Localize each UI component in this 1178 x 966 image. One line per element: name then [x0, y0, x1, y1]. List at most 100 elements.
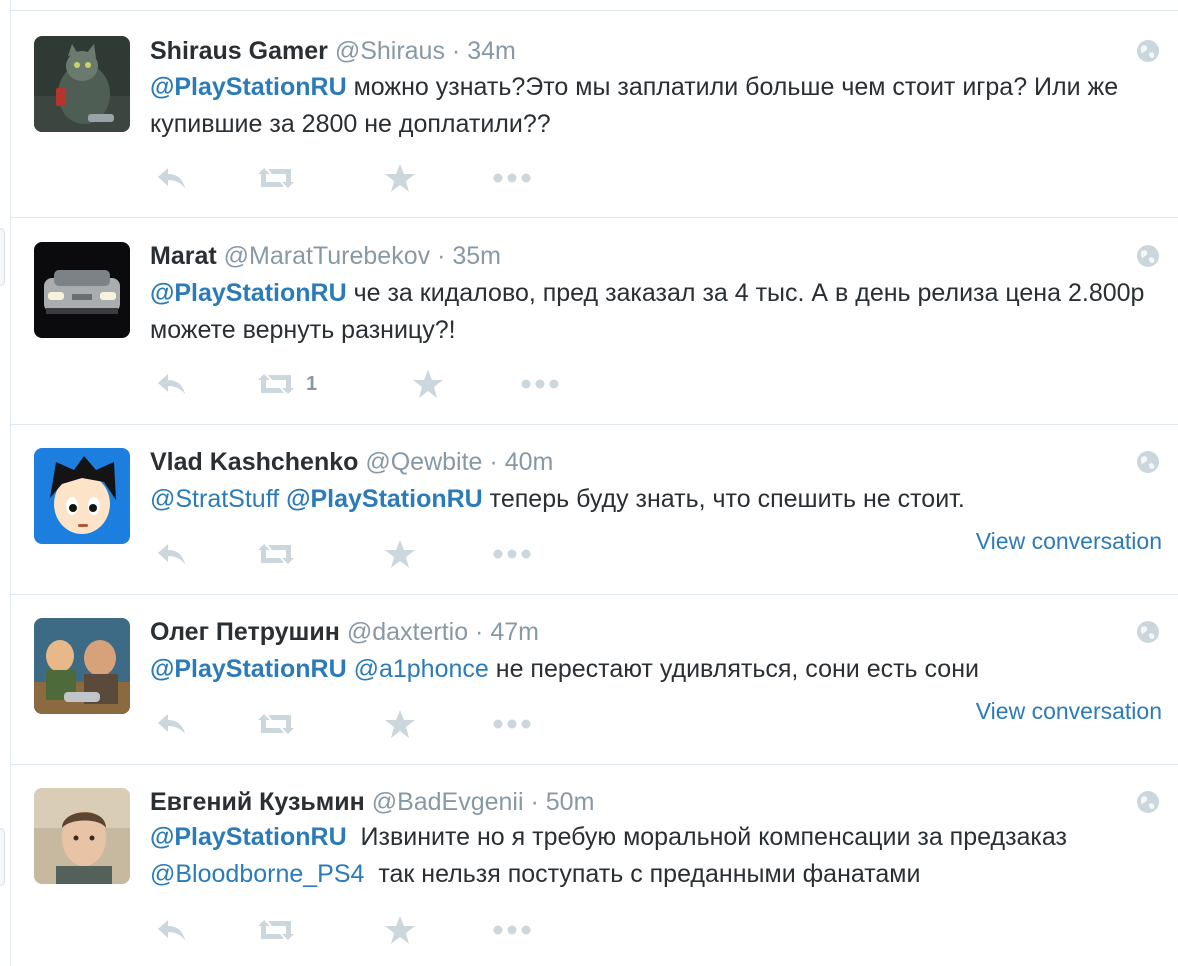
- tweet-header: Vlad Kashchenko @Qewbite · 40m: [150, 447, 553, 477]
- username[interactable]: @daxtertio: [347, 618, 468, 646]
- avatar[interactable]: [34, 36, 130, 132]
- more-icon: [493, 549, 531, 559]
- favorite-icon: [413, 370, 443, 398]
- tweet-text: @PlayStationRU @a1phonce не перестают уд…: [150, 651, 1160, 688]
- globe-icon: [1137, 245, 1159, 267]
- globe-icon: [1137, 621, 1159, 643]
- fullname[interactable]: Marat: [150, 242, 217, 270]
- mention-link[interactable]: @a1phonce: [354, 655, 489, 683]
- more-icon: [493, 173, 531, 183]
- tweet-text: @StratStuff @PlayStationRU теперь буду з…: [150, 481, 1160, 518]
- separator: ·: [489, 448, 498, 476]
- more-button[interactable]: [520, 369, 560, 399]
- reply-button[interactable]: [156, 915, 188, 945]
- more-icon: [521, 379, 559, 389]
- fullname[interactable]: Евгений Кузьмин: [150, 788, 365, 816]
- retweet-button[interactable]: [256, 915, 296, 945]
- retweet-icon: [258, 168, 294, 188]
- avatar[interactable]: [34, 242, 130, 338]
- tweet[interactable]: Marat @MaratTurebekov · 35m @PlayStation…: [10, 218, 1178, 425]
- globe-icon: [1137, 451, 1159, 473]
- scroll-edge-mark: [0, 828, 5, 886]
- favorite-button[interactable]: [384, 163, 416, 193]
- username[interactable]: @Qewbite: [365, 448, 482, 476]
- tweet-header: Олег Петрушин @daxtertio · 47m: [150, 617, 539, 647]
- fullname[interactable]: Олег Петрушин: [150, 618, 340, 646]
- reply-button[interactable]: [156, 163, 188, 193]
- reply-icon: [158, 544, 185, 564]
- tweet-text: @PlayStationRU можно узнать?Это мы запла…: [150, 69, 1160, 143]
- view-conversation-link[interactable]: View conversation: [976, 528, 1162, 555]
- view-conversation-link[interactable]: View conversation: [976, 698, 1162, 725]
- reply-icon: [158, 374, 185, 394]
- username[interactable]: @Shiraus: [335, 37, 445, 65]
- favorite-button[interactable]: [384, 539, 416, 569]
- favorite-icon: [385, 916, 415, 944]
- more-icon: [493, 925, 531, 935]
- mention-link[interactable]: @PlayStationRU: [150, 73, 347, 101]
- tweet-text-body: не перестают удивляться, сони есть сони: [488, 655, 979, 683]
- more-button[interactable]: [492, 539, 532, 569]
- tweet-header: Marat @MaratTurebekov · 35m: [150, 241, 501, 271]
- reply-icon: [158, 920, 185, 940]
- favorite-icon: [385, 164, 415, 192]
- timestamp[interactable]: 34m: [467, 37, 516, 65]
- favorite-button[interactable]: [412, 369, 444, 399]
- reply-button[interactable]: [156, 369, 188, 399]
- retweet-button[interactable]: [256, 709, 296, 739]
- tweet-header: Евгений Кузьмин @BadEvgenii · 50m: [150, 787, 594, 817]
- tweet-text: @PlayStationRU Извините но я требую мора…: [150, 819, 1160, 893]
- reply-icon: [158, 168, 185, 188]
- username[interactable]: @BadEvgenii: [372, 788, 524, 816]
- more-button[interactable]: [492, 915, 532, 945]
- tweet-text-body: так нельзя поступать с преданными фаната…: [364, 860, 921, 888]
- mention-link[interactable]: @PlayStationRU: [286, 485, 483, 513]
- separator: ·: [530, 788, 539, 816]
- timestamp[interactable]: 47m: [490, 618, 539, 646]
- separator: ·: [451, 37, 461, 65]
- retweet-button[interactable]: 1: [256, 369, 317, 399]
- timestamp[interactable]: 40m: [505, 448, 554, 476]
- globe-icon: [1137, 791, 1159, 813]
- retweet-button[interactable]: [256, 163, 296, 193]
- avatar[interactable]: [34, 618, 130, 714]
- retweet-icon: [258, 920, 294, 940]
- favorite-icon: [385, 540, 415, 568]
- favorite-icon: [385, 710, 415, 738]
- reply-icon: [158, 714, 185, 734]
- more-icon: [493, 719, 531, 729]
- mention-link[interactable]: @StratStuff: [150, 485, 279, 513]
- reply-button[interactable]: [156, 709, 188, 739]
- mention-link[interactable]: @PlayStationRU: [150, 655, 347, 683]
- username[interactable]: @MaratTurebekov: [224, 242, 430, 270]
- tweet[interactable]: Shiraus Gamer @Shiraus · 34m @PlayStatio…: [10, 11, 1178, 218]
- favorite-button[interactable]: [384, 915, 416, 945]
- mention-link[interactable]: @PlayStationRU: [150, 823, 347, 851]
- more-button[interactable]: [492, 709, 532, 739]
- more-button[interactable]: [492, 163, 532, 193]
- tweet-header: Shiraus Gamer @Shiraus · 34m: [150, 36, 516, 66]
- timestamp[interactable]: 35m: [452, 242, 501, 270]
- reply-button[interactable]: [156, 539, 188, 569]
- globe-icon: [1137, 40, 1159, 62]
- tweet[interactable]: Олег Петрушин @daxtertio · 47m @PlayStat…: [10, 595, 1178, 765]
- separator: ·: [475, 618, 484, 646]
- avatar[interactable]: [34, 448, 130, 544]
- fullname[interactable]: Shiraus Gamer: [150, 37, 328, 65]
- tweet[interactable]: Vlad Kashchenko @Qewbite · 40m @StratStu…: [10, 425, 1178, 595]
- retweet-icon: [258, 544, 294, 564]
- retweet-icon: [258, 374, 294, 394]
- tweet-text-body: Извините но я требую моральной компенсац…: [346, 823, 1074, 851]
- favorite-button[interactable]: [384, 709, 416, 739]
- mention-link[interactable]: @Bloodborne_PS4: [150, 860, 364, 888]
- retweet-button[interactable]: [256, 539, 296, 569]
- mention-link[interactable]: @PlayStationRU: [150, 279, 347, 307]
- retweet-icon: [258, 714, 294, 734]
- timestamp[interactable]: 50m: [546, 788, 595, 816]
- fullname[interactable]: Vlad Kashchenko: [150, 448, 358, 476]
- tweet-text: @PlayStationRU че за кидалово, пред зака…: [150, 275, 1160, 349]
- retweet-count: 1: [306, 372, 318, 395]
- tweet[interactable]: Евгений Кузьмин @BadEvgenii · 50m @PlayS…: [10, 765, 1178, 966]
- avatar[interactable]: [34, 788, 130, 884]
- separator: ·: [437, 242, 446, 270]
